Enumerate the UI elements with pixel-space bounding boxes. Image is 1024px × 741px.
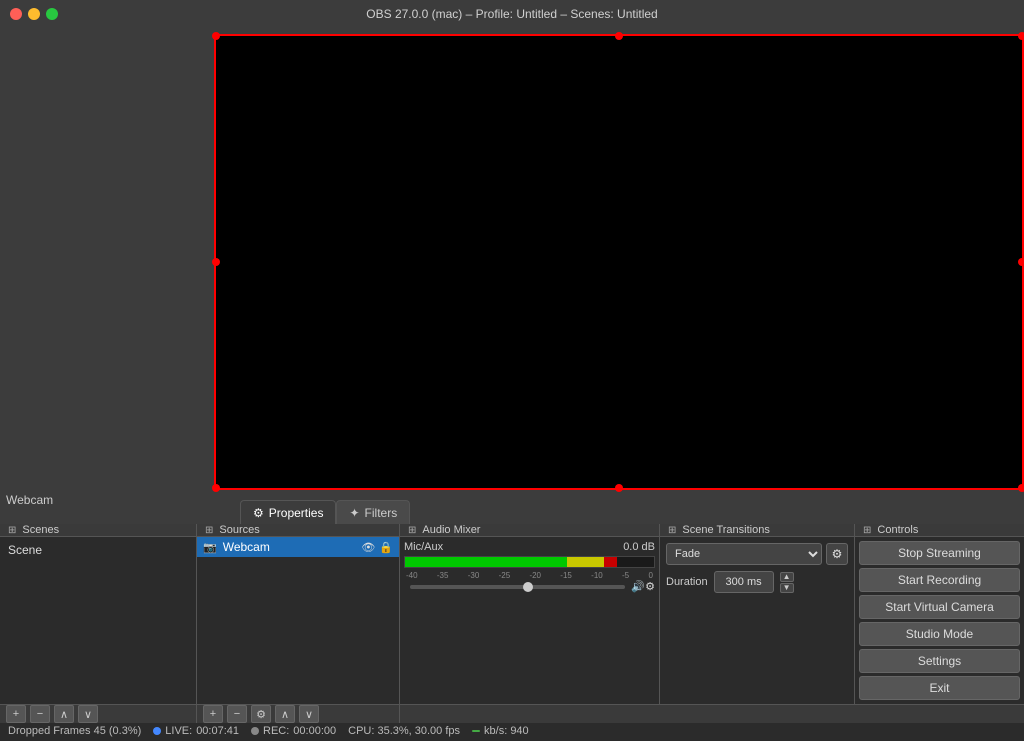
- transitions-panel: Fade ⚙ Duration ▲ ▼: [660, 537, 855, 704]
- meter-yellow: [567, 557, 604, 567]
- sources-remove-button[interactable]: −: [227, 705, 247, 723]
- transitions-icon: ⊞: [668, 525, 676, 536]
- duration-up-button[interactable]: ▲: [780, 572, 794, 582]
- cpu-item: CPU: 35.3%, 30.00 fps: [348, 725, 460, 737]
- audio-meter-bar: [405, 557, 654, 567]
- scenes-up-button[interactable]: ∧: [54, 705, 74, 723]
- scenes-panel: Scene: [0, 537, 197, 704]
- source-eye-button[interactable]: 👁: [361, 541, 375, 554]
- panel-headers: ⊞ Scenes ⊞ Sources ⊞ Audio Mixer ⊞ Scene…: [0, 524, 1024, 537]
- minimize-button[interactable]: [28, 8, 40, 20]
- start-virtual-camera-button[interactable]: Start Virtual Camera: [859, 595, 1020, 619]
- live-dot: [153, 727, 161, 735]
- handle-bottom-middle[interactable]: [615, 484, 623, 492]
- exit-button[interactable]: Exit: [859, 676, 1020, 700]
- source-item-webcam[interactable]: 📷 Webcam 👁 🔒: [197, 537, 399, 557]
- audio-settings-button[interactable]: ⚙: [645, 580, 655, 593]
- tab-filters[interactable]: ✦ Filters: [336, 500, 410, 524]
- audio-channel-header: Mic/Aux 0.0 dB: [404, 541, 655, 553]
- webcam-source-icon: 📷: [203, 541, 217, 554]
- transitions-type-row: Fade ⚙: [666, 543, 848, 565]
- window-title: OBS 27.0.0 (mac) – Profile: Untitled – S…: [366, 7, 657, 21]
- dropped-frames-item: Dropped Frames 45 (0.3%): [8, 725, 141, 737]
- scenes-add-button[interactable]: +: [6, 705, 26, 723]
- scenes-down-button[interactable]: ∨: [78, 705, 98, 723]
- sources-add-button[interactable]: +: [203, 705, 223, 723]
- controls-icon: ⊞: [863, 525, 871, 536]
- sources-icon: ⊞: [205, 525, 213, 536]
- sources-settings-button[interactable]: ⚙: [251, 705, 271, 723]
- start-recording-button[interactable]: Start Recording: [859, 568, 1020, 592]
- settings-button[interactable]: Settings: [859, 649, 1020, 673]
- filter-icon: ✦: [349, 506, 359, 520]
- title-bar: OBS 27.0.0 (mac) – Profile: Untitled – S…: [0, 0, 1024, 28]
- tab-properties[interactable]: ⚙ Properties: [240, 500, 336, 524]
- scenes-icon: ⊞: [8, 525, 16, 536]
- handle-middle-right[interactable]: [1018, 258, 1024, 266]
- rec-item: REC: 00:00:00: [251, 725, 336, 737]
- scene-item[interactable]: Scene: [0, 539, 196, 561]
- audio-meter: [404, 556, 655, 568]
- sources-down-button[interactable]: ∨: [299, 705, 319, 723]
- audiomixer-panel-header: ⊞ Audio Mixer: [400, 524, 660, 536]
- sources-up-button[interactable]: ∧: [275, 705, 295, 723]
- rec-dot: [251, 727, 259, 735]
- preview-canvas: [214, 34, 1024, 490]
- maximize-button[interactable]: [46, 8, 58, 20]
- handle-top-middle[interactable]: [615, 32, 623, 40]
- duration-down-button[interactable]: ▼: [780, 583, 794, 593]
- studio-mode-button[interactable]: Studio Mode: [859, 622, 1020, 646]
- transitions-select[interactable]: Fade: [666, 543, 822, 565]
- meter-green: [405, 557, 567, 567]
- stop-streaming-button[interactable]: Stop Streaming: [859, 541, 1020, 565]
- sources-panel-header: ⊞ Sources: [197, 524, 400, 536]
- audiomixer-toolbar: [400, 705, 1024, 723]
- controls-panel-header: ⊞ Controls: [855, 524, 1024, 536]
- handle-bottom-right[interactable]: [1018, 484, 1024, 492]
- scenes-panel-header: ⊞ Scenes: [0, 524, 197, 536]
- close-button[interactable]: [10, 8, 22, 20]
- audiomixer-icon: ⊞: [408, 525, 416, 536]
- preview-container: [214, 34, 1024, 490]
- tab-bar: ⚙ Properties ✦ Filters: [0, 496, 1024, 524]
- audio-mute-button[interactable]: 🔊: [631, 580, 645, 593]
- kbs-item: kb/s: 940: [472, 725, 529, 737]
- handle-top-right[interactable]: [1018, 32, 1024, 40]
- meter-red: [604, 557, 616, 567]
- window-controls: [10, 8, 58, 20]
- handle-top-left[interactable]: [212, 32, 220, 40]
- handle-middle-left[interactable]: [212, 258, 220, 266]
- source-actions: 👁 🔒: [361, 541, 393, 554]
- audio-controls-row: 🔊 ⚙: [404, 580, 655, 593]
- duration-input[interactable]: [714, 571, 774, 593]
- scenes-remove-button[interactable]: −: [30, 705, 50, 723]
- audio-channel-mic: Mic/Aux 0.0 dB -40 -35 -30 -25 -20: [404, 541, 655, 593]
- audio-scale: -40 -35 -30 -25 -20 -15 -10 -5 0: [404, 571, 655, 580]
- duration-row: Duration ▲ ▼: [666, 571, 848, 593]
- audiomixer-panel: Mic/Aux 0.0 dB -40 -35 -30 -25 -20: [400, 537, 660, 704]
- selected-source-label: Webcam: [6, 493, 53, 507]
- source-lock-button[interactable]: 🔒: [379, 541, 393, 554]
- transitions-gear-button[interactable]: ⚙: [826, 543, 848, 565]
- transitions-panel-header: ⊞ Scene Transitions: [660, 524, 855, 536]
- handle-bottom-left[interactable]: [212, 484, 220, 492]
- volume-slider[interactable]: [410, 585, 625, 589]
- kb-indicator: [472, 730, 480, 732]
- controls-panel: Stop Streaming Start Recording Start Vir…: [855, 537, 1024, 704]
- sources-panel: 📷 Webcam 👁 🔒: [197, 537, 400, 704]
- gear-icon: ⚙: [253, 506, 264, 520]
- scenes-toolbar: + − ∧ ∨: [0, 705, 197, 723]
- live-item: LIVE: 00:07:41: [153, 725, 239, 737]
- sources-toolbar: + − ⚙ ∧ ∨: [197, 705, 400, 723]
- duration-arrows: ▲ ▼: [780, 572, 794, 593]
- bottom-panel: ⊞ Scenes ⊞ Sources ⊞ Audio Mixer ⊞ Scene…: [0, 524, 1024, 719]
- panel-content: Scene 📷 Webcam 👁 🔒 Mic/Aux 0.0 dB: [0, 537, 1024, 704]
- volume-thumb: [523, 582, 533, 592]
